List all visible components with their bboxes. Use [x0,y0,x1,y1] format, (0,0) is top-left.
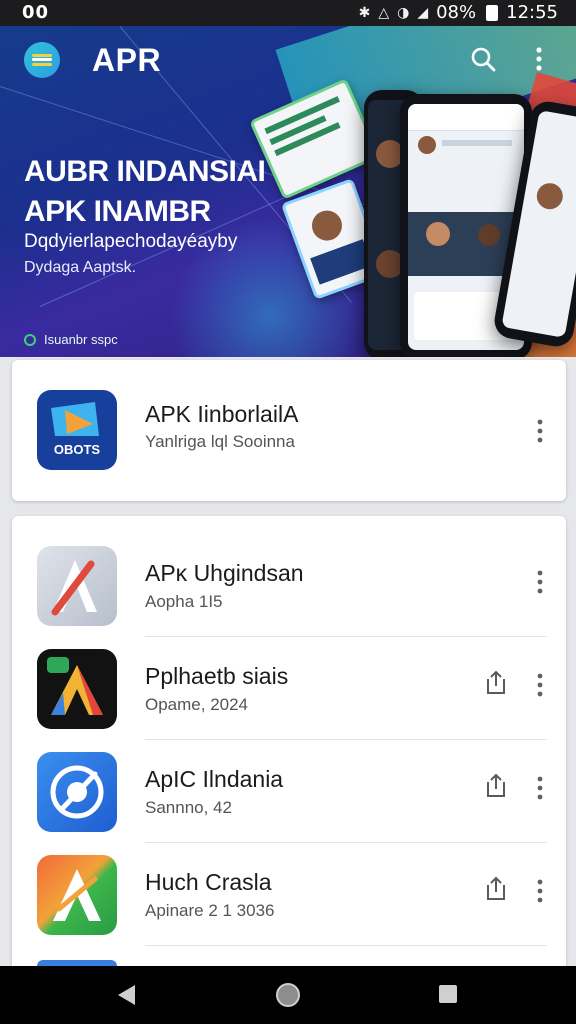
recents-icon[interactable] [439,985,457,1003]
share-icon[interactable] [484,875,508,903]
app-name: Huch Craslа [145,869,272,895]
bluetooth-icon: ✱ [358,4,371,21]
list-item[interactable]: APĸ Uhgindsan Aopha 1I5 [12,534,566,637]
app-subtitle: Sannno, 42 [145,798,232,817]
banner-title-line1: AUBR INDANSIAI [24,155,266,188]
app-name: APĸ Uhgindsan [145,560,304,586]
share-icon[interactable] [484,772,508,800]
banner-badge: Isuanbr sspc [24,332,118,347]
back-icon[interactable] [118,985,135,1005]
banner-title: AUBR INDANSIAI APK INAMBR [24,152,324,232]
app-icon [37,855,117,935]
list-item[interactable]: ApIC Ilndania Sannno, 42 [12,740,566,843]
signal-icon: ◢ [417,4,429,21]
system-nav-bar [0,966,576,1024]
banner-subtitle: Dqdyierlapechodayéayby [24,231,238,252]
badge-dot-icon [24,333,36,346]
app-subtitle: Apinare 2 1 3036 [145,901,275,920]
list-item[interactable]: Huch Craslа Apinare 2 1 3036 [12,843,566,946]
app-icon: OBOTS [37,390,117,470]
featured-app-card[interactable]: OBOTS APK IinborlailA Yanlriga lql Sooin… [12,360,566,501]
app-icon [37,546,117,626]
share-icon[interactable] [484,669,508,697]
list-item[interactable]: Pplhaetb siais Opame, 2024 [12,637,566,740]
app-subtitle: Opame, 2024 [145,695,249,714]
battery-icon [486,4,499,21]
status-bar: 00 ✱ △ ◑ ◢ 08% 12:55 [0,0,576,26]
status-icons: ✱ △ ◑ ◢ 08% 12:55 [359,2,558,23]
signal-icon: △ [378,4,390,21]
banner-subtitle-secondary: Dydaga Aaptsk. [24,259,137,276]
banner-badge-text: Isuanbr sspc [44,332,118,347]
more-vert-icon[interactable] [528,44,550,74]
app-bar: APR [0,26,576,94]
more-vert-icon[interactable] [534,417,546,445]
home-icon[interactable] [276,983,300,1007]
app-list-card: APĸ Uhgindsan Aopha 1I5 Pplhaetb siais O… [12,516,566,966]
featured-app-row[interactable]: OBOTS APK IinborlailA Yanlriga lql Sooin… [12,377,566,480]
banner-title-line2: APK INAMBR [24,195,211,228]
divider [145,945,547,946]
app-icon [37,752,117,832]
app-icon-label: OBOTS [53,442,101,457]
clock: 12:55 [506,2,558,23]
app-subtitle: Aopha 1I5 [145,592,223,611]
battery-percent: 08% [436,2,477,23]
search-icon[interactable] [470,46,496,72]
wifi-icon: ◑ [397,4,410,21]
app-subtitle: Yanlriga lql Sooinna [145,432,295,451]
app-title: APR [92,42,162,78]
more-vert-icon[interactable] [534,568,546,596]
menu-logo-icon[interactable] [24,42,60,78]
app-name: Pplhaetb siais [145,663,289,689]
more-vert-icon[interactable] [534,877,546,905]
more-vert-icon[interactable] [534,671,546,699]
app-name: APK IinborlailA [145,401,299,427]
status-left-text: 00 [22,2,50,23]
app-icon [37,649,117,729]
more-vert-icon[interactable] [534,774,546,802]
app-name: ApIC Ilndania [145,766,284,792]
